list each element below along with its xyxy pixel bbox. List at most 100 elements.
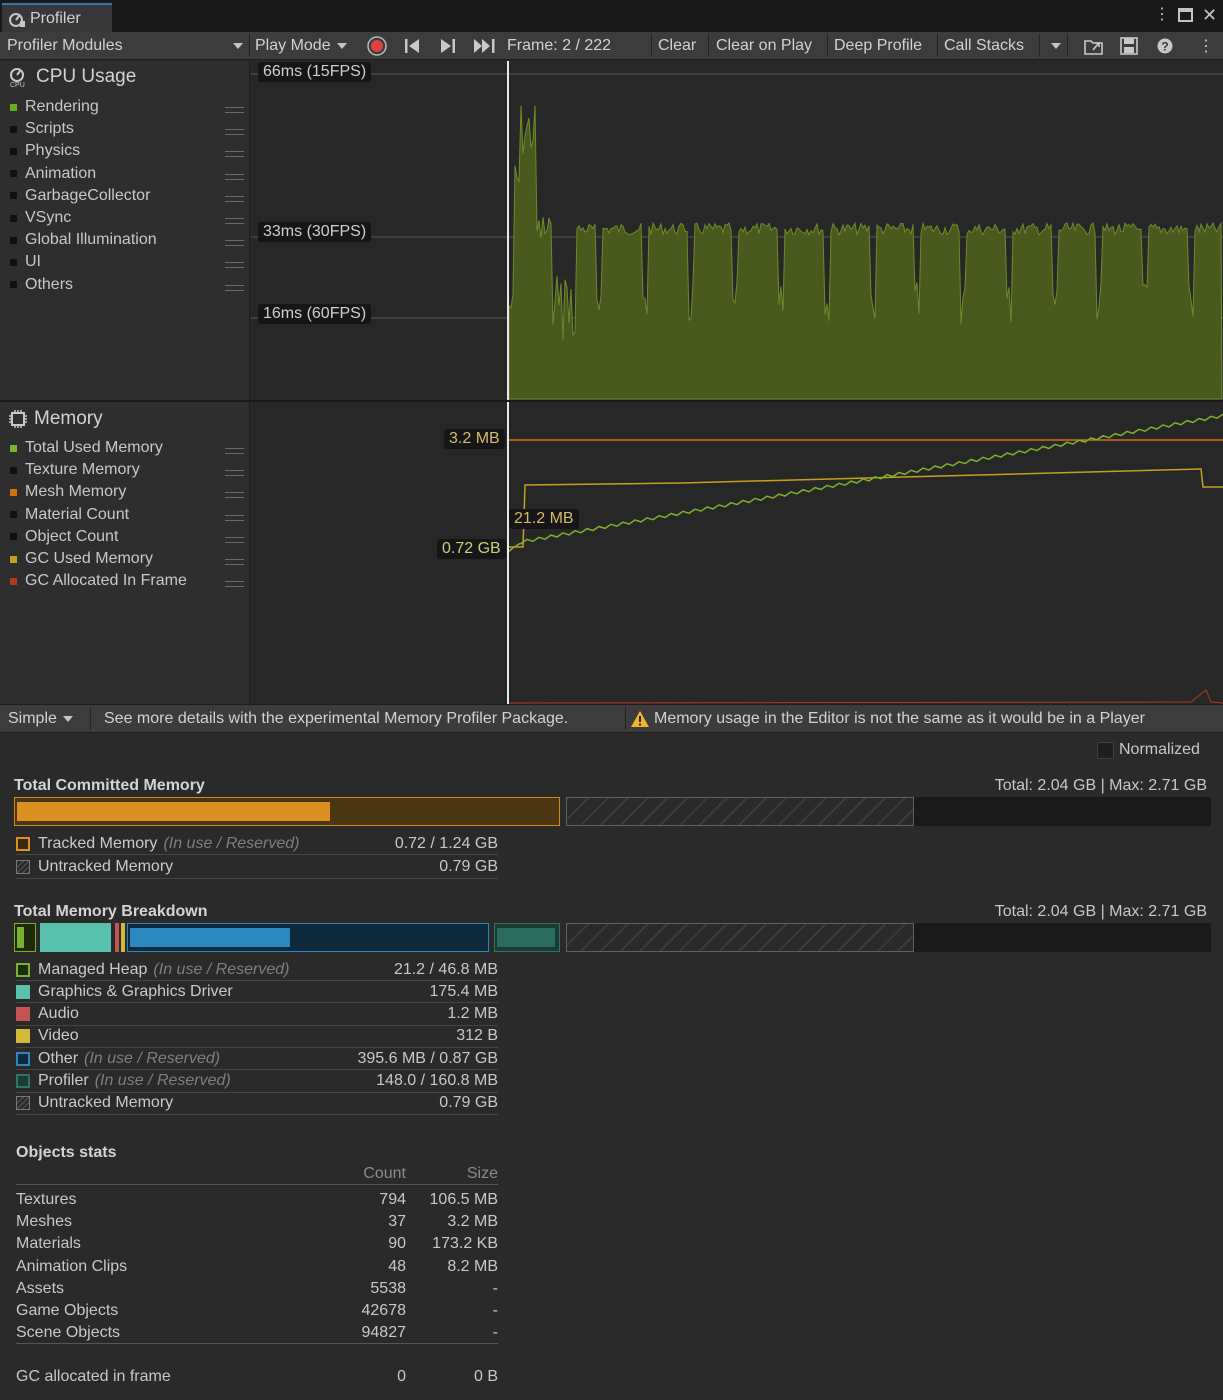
tab-title: Profiler [30, 9, 81, 27]
legend-item[interactable]: Object Count [10, 528, 118, 546]
object-stat-row: Scene Objects 94827 - [16, 1322, 498, 1345]
memory-graph [507, 402, 1223, 704]
clear-button[interactable]: Clear [658, 32, 696, 59]
help-icon[interactable]: ? [1157, 38, 1173, 54]
object-stat-row: Animation Clips 48 8.2 MB [16, 1256, 498, 1278]
record-button[interactable] [366, 35, 388, 57]
legend-item[interactable]: Scripts [10, 120, 74, 138]
drag-handle-icon[interactable] [225, 173, 244, 180]
object-stat-row: Meshes 37 3.2 MB [16, 1211, 498, 1233]
memory-chart[interactable]: 3.2 MB 21.2 MB 0.72 GB [251, 402, 1223, 704]
legend-item[interactable]: Others [10, 276, 73, 294]
total-used-memory-series [507, 413, 1223, 553]
drag-handle-icon[interactable] [225, 536, 244, 543]
legend-item[interactable]: Rendering [10, 98, 99, 116]
drag-handle-icon[interactable] [225, 262, 244, 269]
window-title-bar: Profiler ⋮ ✕ [0, 0, 1223, 32]
legend-item[interactable]: Mesh Memory [10, 483, 126, 501]
memory-row-label: Profiler [38, 1072, 89, 1089]
drag-handle-icon[interactable] [225, 107, 244, 113]
object-stat-count: 48 [388, 1257, 406, 1275]
legend-item[interactable]: GarbageCollector [10, 187, 150, 205]
object-stat-row: Assets 5538 - [16, 1278, 498, 1300]
legend-color-swatch [10, 125, 17, 133]
memory-color-swatch [16, 1007, 30, 1022]
legend-label: Mesh Memory [25, 483, 127, 501]
legend-color-swatch [10, 281, 17, 289]
object-stat-name: Scene Objects [16, 1324, 121, 1342]
drag-handle-icon[interactable] [225, 492, 244, 499]
drag-handle-icon[interactable] [225, 514, 244, 521]
legend-label: Texture Memory [25, 461, 140, 479]
profiler-modules-dropdown[interactable]: Profiler Modules [7, 32, 245, 59]
normalized-checkbox[interactable] [1097, 742, 1114, 759]
legend-item[interactable]: Total Used Memory [10, 439, 163, 457]
gc-allocated-row: GC allocated in frame 0 0 B [16, 1366, 498, 1388]
memory-profiler-package-link[interactable]: See more details with the experimental M… [104, 705, 568, 732]
call-stacks-button[interactable]: Call Stacks [944, 32, 1024, 59]
drag-handle-icon[interactable] [225, 559, 244, 565]
maximize-icon[interactable] [1178, 8, 1193, 22]
drag-handle-icon[interactable] [225, 151, 244, 158]
load-folder-icon[interactable] [1084, 37, 1104, 55]
legend-item[interactable]: Material Count [10, 506, 129, 524]
legend-item[interactable]: Global Illumination [10, 231, 157, 249]
legend-color-swatch [10, 192, 17, 200]
previous-frame-button[interactable] [403, 38, 421, 54]
profiler-memory-segment [494, 923, 560, 952]
memory-row: Graphics & Graphics Driver 175.4 MB [16, 981, 498, 1004]
legend-label: Scripts [25, 120, 74, 138]
object-stat-row: Textures 794 106.5 MB [16, 1189, 498, 1211]
memory-color-swatch [16, 836, 30, 851]
deep-profile-button[interactable]: Deep Profile [834, 32, 922, 59]
profiler-tab[interactable]: Profiler [2, 3, 112, 32]
clear-on-play-button[interactable]: Clear on Play [716, 32, 812, 59]
more-options-icon[interactable]: ⋮ [1154, 6, 1170, 24]
play-mode-label: Play Mode [255, 37, 331, 54]
legend-item[interactable]: VSync [10, 209, 71, 227]
memory-module-panel[interactable]: Memory Total Used Memory Texture Memory Me… [0, 402, 250, 704]
drag-handle-icon[interactable] [225, 129, 244, 136]
view-mode-dropdown[interactable]: Simple [8, 705, 73, 732]
legend-item[interactable]: Animation [10, 165, 96, 183]
threshold-label-15fps: 66ms (15FPS) [258, 62, 372, 82]
memory-details-panel: Normalized Total Committed Memory Total:… [0, 733, 1223, 1400]
objects-stats-title: Objects stats [16, 1144, 117, 1161]
legend-item[interactable]: GC Allocated In Frame [10, 572, 187, 590]
legend-color-swatch [10, 214, 17, 222]
legend-color-swatch [10, 555, 17, 563]
memory-row: Untracked Memory 0.79 GB [16, 1093, 498, 1115]
legend-item[interactable]: Texture Memory [10, 461, 140, 479]
drag-handle-icon[interactable] [225, 448, 244, 454]
chevron-down-icon [62, 715, 73, 722]
legend-item[interactable]: GC Used Memory [10, 550, 153, 568]
drag-handle-icon[interactable] [225, 218, 244, 224]
next-frame-button[interactable] [439, 38, 457, 54]
close-icon[interactable]: ✕ [1202, 6, 1217, 24]
total-memory-breakdown-title: Total Memory Breakdown [14, 903, 208, 920]
toolbar-more-icon[interactable]: ⋮ [1198, 36, 1214, 56]
object-stat-size: 106.5 MB [429, 1191, 498, 1208]
legend-color-swatch [10, 170, 17, 178]
save-icon[interactable] [1120, 37, 1138, 55]
drag-handle-icon[interactable] [225, 284, 244, 291]
mesh-memory-value-label: 3.2 MB [444, 429, 505, 449]
gc-allocated-count: 0 [397, 1368, 406, 1385]
object-stat-count: 5538 [370, 1279, 406, 1297]
drag-handle-icon[interactable] [225, 195, 244, 202]
play-mode-dropdown[interactable]: Play Mode [255, 32, 347, 59]
drag-handle-icon[interactable] [225, 470, 244, 477]
legend-label: Others [25, 275, 74, 293]
cpu-usage-chart[interactable]: 66ms (15FPS) 33ms (30FPS) 16ms (60FPS) [251, 61, 1223, 401]
legend-color-swatch [10, 444, 17, 452]
legend-item[interactable]: Physics [10, 142, 80, 160]
legend-item[interactable]: UI [10, 253, 41, 271]
last-frame-button[interactable] [473, 38, 497, 54]
gc-allocated-label: GC allocated in frame [16, 1368, 171, 1385]
drag-handle-icon[interactable] [225, 240, 244, 247]
legend-label: GarbageCollector [25, 186, 151, 204]
cpu-module-panel[interactable]: CPU CPU Usage Rendering Scripts Physics Ani… [0, 61, 250, 401]
legend-label: Animation [25, 164, 97, 182]
drag-handle-icon[interactable] [225, 581, 244, 588]
call-stacks-dropdown-icon[interactable] [1051, 43, 1061, 49]
